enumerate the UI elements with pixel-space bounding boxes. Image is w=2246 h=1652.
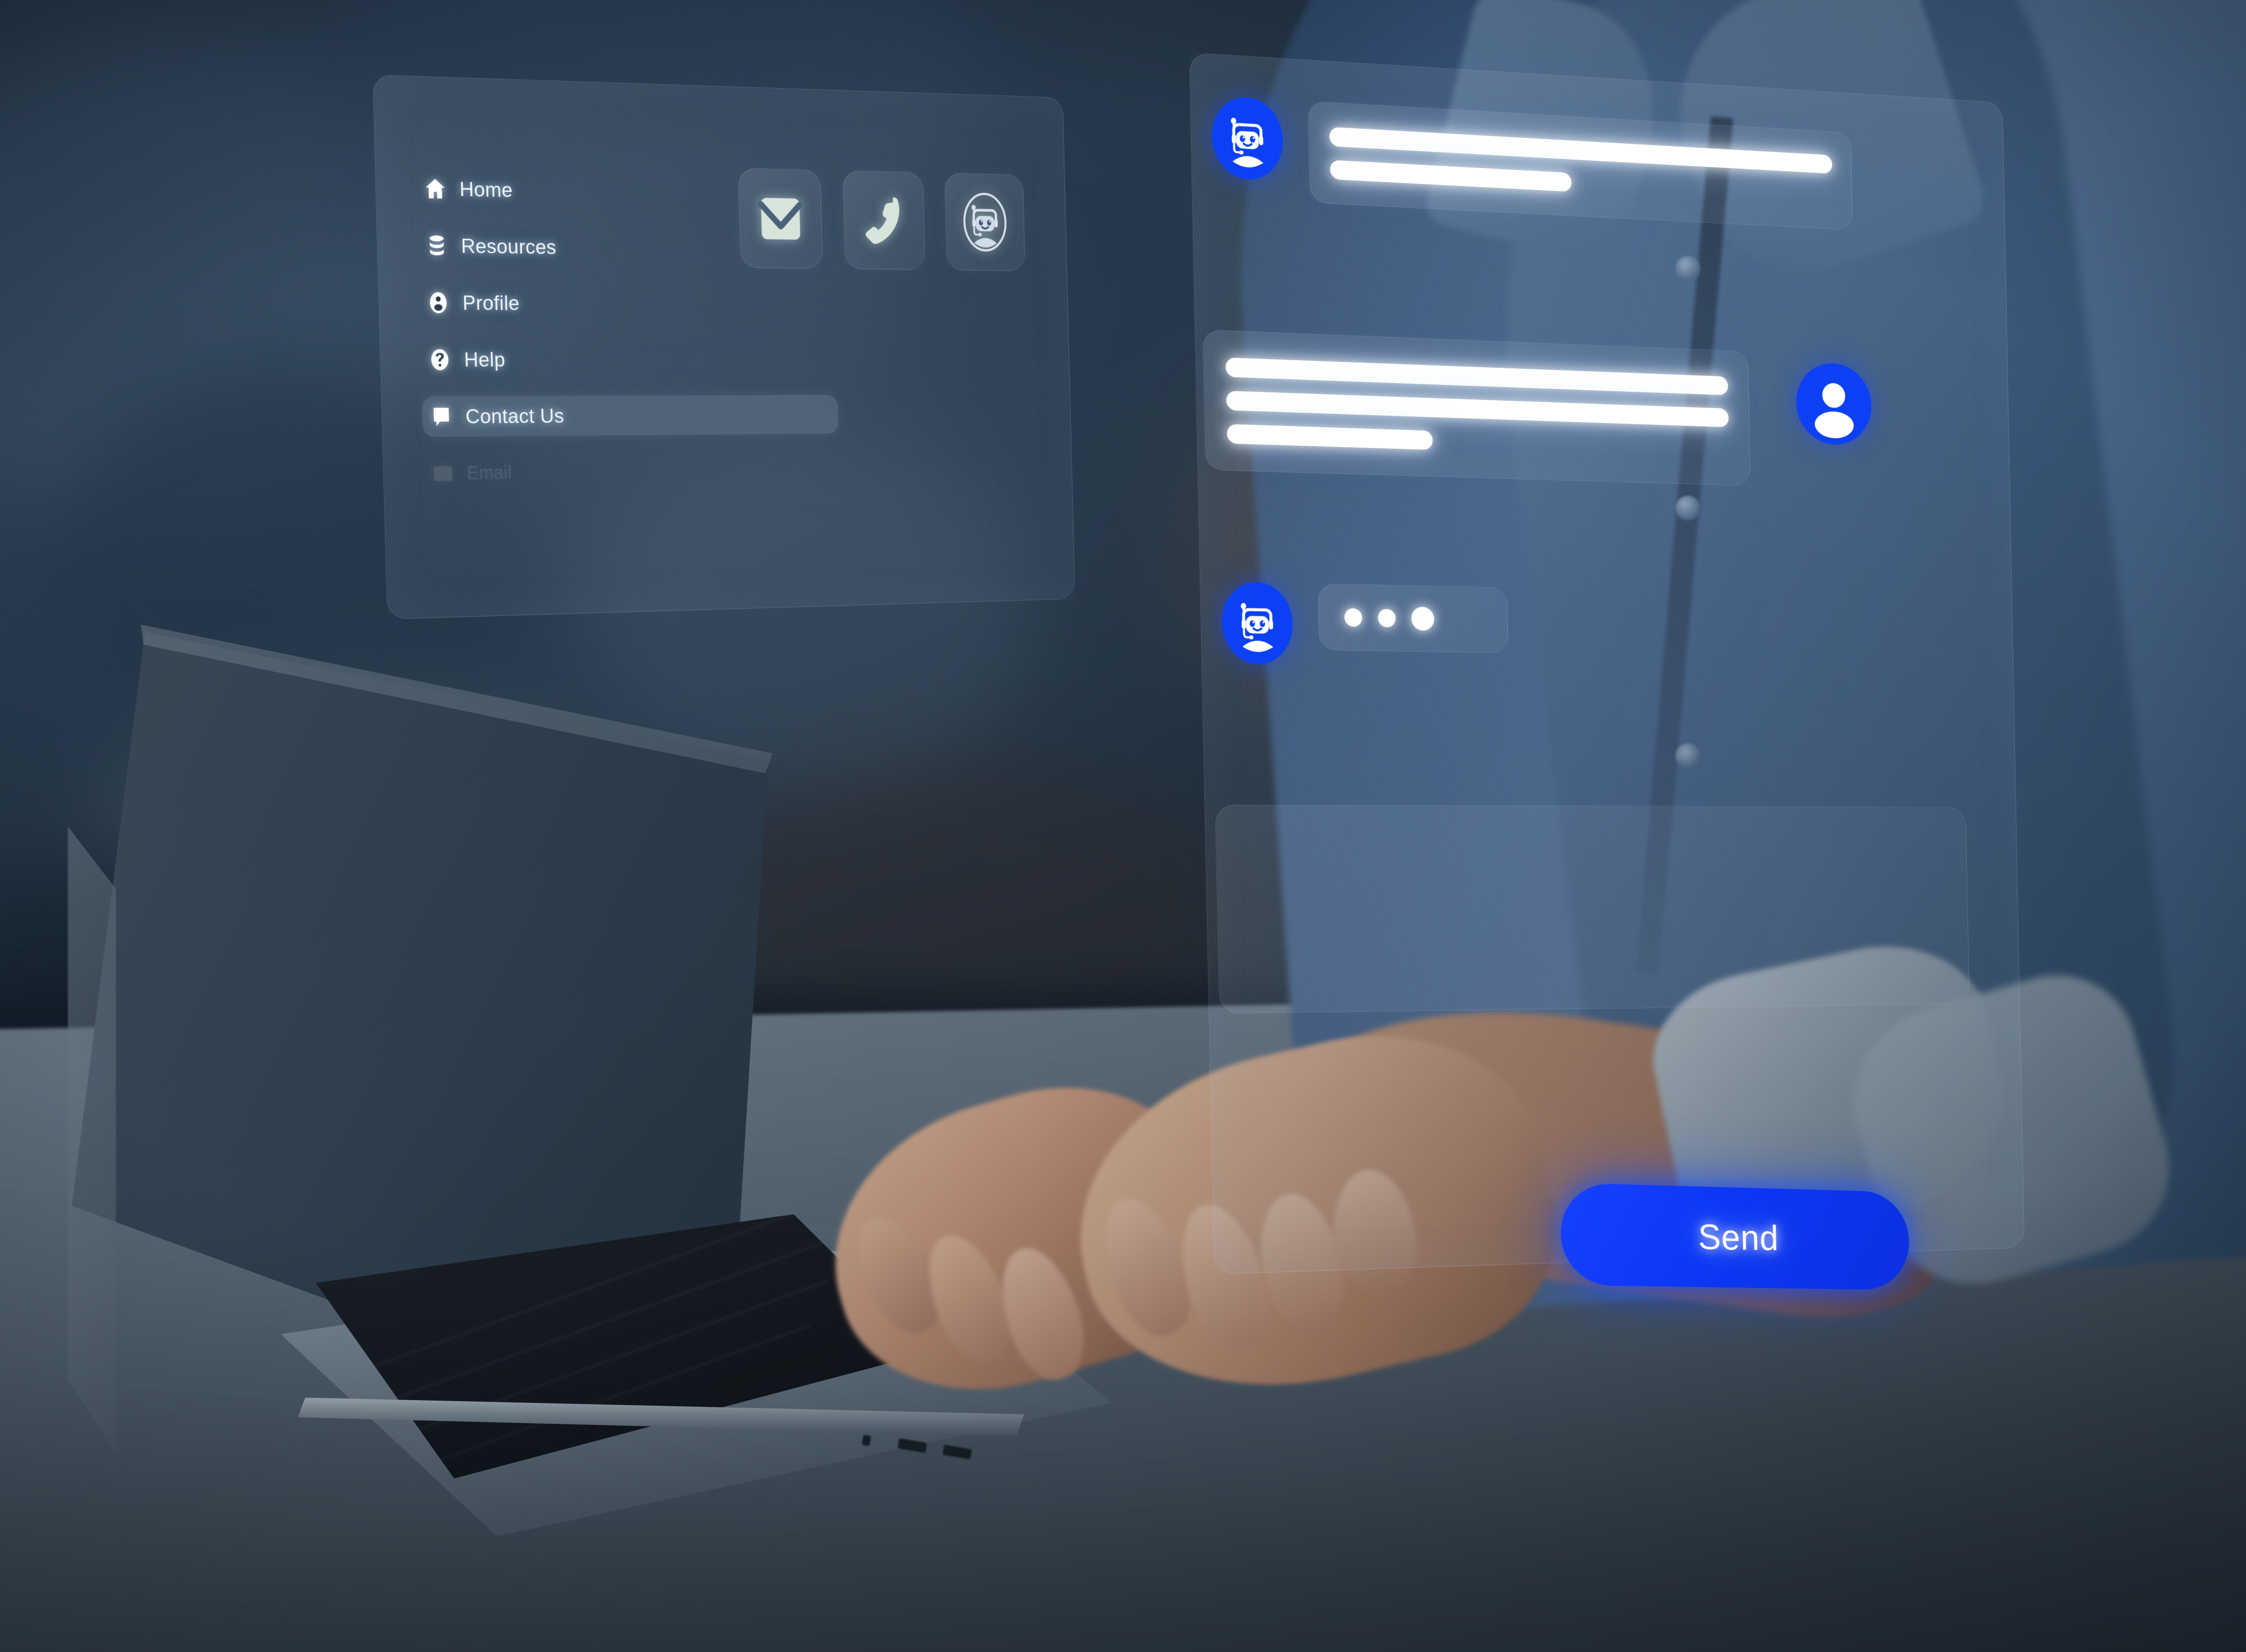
typing-dot-2 — [1378, 609, 1396, 627]
sidebar-item-contact-us[interactable]: Contact Us — [422, 395, 838, 437]
sidebar-item-label: Help — [464, 348, 506, 371]
send-button-label: Send — [1698, 1216, 1779, 1259]
chat-message-user-1 — [1202, 330, 1873, 490]
question-mark-circle-icon — [428, 347, 452, 372]
chat-message-list — [1189, 52, 2025, 1274]
chat-bubble-bot-1 — [1308, 101, 1853, 230]
contact-tiles — [738, 167, 1025, 271]
chat-panel — [1189, 52, 2025, 1274]
message-input[interactable] — [1215, 804, 1970, 1014]
user-circle-icon — [426, 290, 450, 315]
chat-message-bot-typing — [1220, 581, 1508, 668]
chat-bubble-user-1 — [1202, 330, 1751, 486]
typing-dots — [1319, 605, 1507, 632]
phone-tile[interactable] — [842, 170, 926, 270]
sidebar-item-resources[interactable]: Resources — [417, 225, 733, 269]
send-button[interactable]: Send — [1560, 1183, 1910, 1290]
typing-dot-1 — [1345, 608, 1363, 627]
email-tile[interactable] — [738, 167, 823, 268]
support-bot-avatar[interactable] — [1211, 95, 1284, 181]
sidebar-item-home[interactable]: Home — [416, 168, 732, 214]
database-icon — [425, 233, 449, 258]
chatbot-tile[interactable] — [944, 172, 1025, 271]
nav-menu: Home Resources Profile Help Contact Us E… — [416, 168, 739, 511]
user-avatar[interactable] — [1796, 362, 1872, 446]
chat-message-bot-1 — [1211, 95, 1853, 231]
chat-bubble-icon — [429, 404, 454, 429]
sidebar-item-email[interactable]: Email — [424, 450, 739, 494]
sidebar-item-label: Contact Us — [465, 404, 564, 428]
typing-dot-3 — [1411, 607, 1434, 631]
support-bot-icon — [955, 189, 1014, 255]
envelope-icon — [753, 188, 808, 248]
typing-indicator-bubble — [1317, 583, 1508, 653]
phone-icon — [857, 191, 911, 249]
sidebar-item-help[interactable]: Help — [420, 339, 736, 380]
sidebar-item-profile[interactable]: Profile — [419, 282, 735, 324]
navigation-panel: Home Resources Profile Help Contact Us E… — [372, 74, 1076, 619]
placeholder-line — [1330, 160, 1572, 192]
home-icon — [423, 176, 448, 201]
sidebar-item-label: Profile — [462, 291, 519, 315]
placeholder-line — [1227, 424, 1433, 450]
sidebar-item-label: Resources — [461, 234, 557, 259]
placeholder-line — [1226, 357, 1728, 395]
sidebar-item-label: Email — [467, 462, 512, 484]
sidebar-item-label: Home — [459, 177, 513, 202]
support-bot-avatar[interactable] — [1220, 581, 1294, 665]
envelope-icon — [431, 461, 455, 486]
placeholder-line — [1226, 391, 1729, 427]
